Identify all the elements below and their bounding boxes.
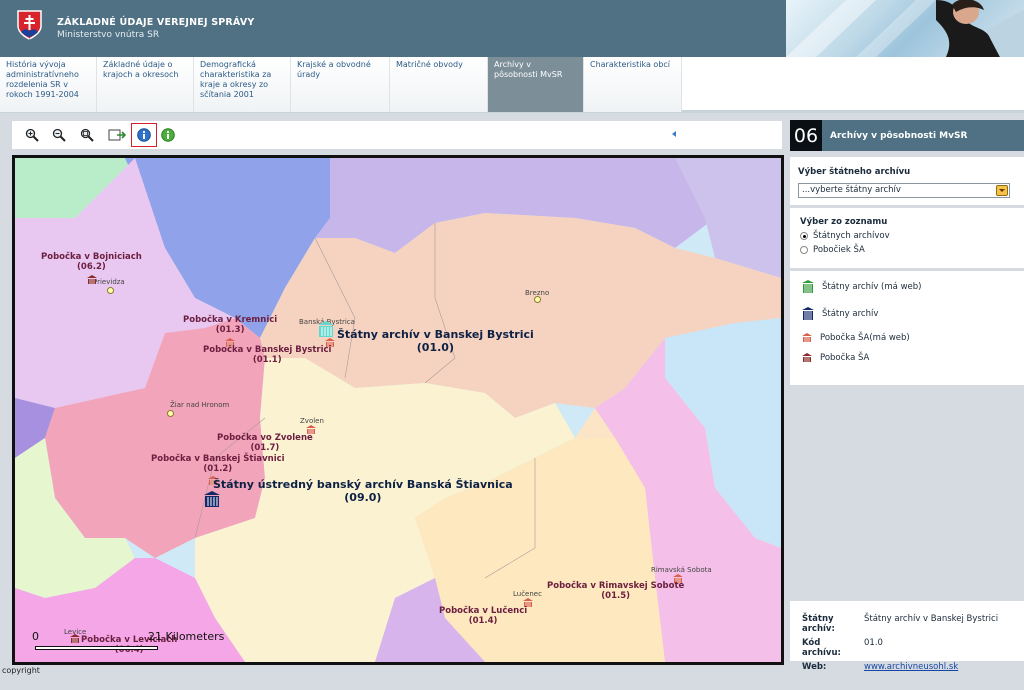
town-prievidza: Prievidza: [93, 278, 125, 286]
tab-demograficka[interactable]: Demografická charakteristika za kraje a …: [194, 57, 291, 112]
legend-item: Pobočka ŠA: [802, 349, 1012, 367]
site-subtitle: Ministerstvo vnútra SR: [57, 30, 160, 40]
state-archive-icon: [802, 306, 814, 320]
identify-icon[interactable]: [158, 125, 178, 145]
panel-number: 06: [790, 120, 822, 151]
panel-header: 06 Archívy v pôsobnosti MvSR: [790, 120, 1024, 151]
info-key-archive: Štátny archív:: [802, 614, 835, 634]
state-archive-web-icon: [802, 279, 814, 293]
label-bs-branch: Pobočka v Banskej Štiavnici (01.2): [151, 454, 285, 474]
tab-historia[interactable]: História vývoja administratívneho rozdel…: [0, 57, 97, 112]
tab-zakladne-udaje[interactable]: Základné údaje o krajoch a okresoch: [97, 57, 194, 112]
info-key-web: Web:: [802, 662, 827, 672]
town-zvolen: Zvolen: [300, 417, 324, 425]
radio-branches[interactable]: Pobočiek ŠA: [800, 245, 1014, 255]
legend-panel: Štátny archív (má web) Štátny archív Pob…: [790, 271, 1024, 385]
branch-icon[interactable]: [87, 275, 97, 285]
branch-icon: [802, 353, 812, 362]
radio-button[interactable]: [800, 232, 808, 240]
archive-web-link[interactable]: www.archivneusohl.sk: [864, 662, 958, 672]
label-kremnica: Pobočka v Kremnici (01.3): [183, 315, 278, 335]
slovak-emblem-icon: [17, 10, 42, 40]
select-label: Výber štátneho archívu: [798, 167, 911, 177]
branch-web-icon: [802, 333, 812, 342]
list-select-panel: Výber zo zoznamu Štátnych archívov Poboč…: [790, 208, 1024, 268]
info-value-archive: Štátny archív v Banskej Bystrici: [864, 614, 999, 624]
label-bb-branch: Pobočka v Banskej Bystrici (01.1): [203, 345, 332, 365]
header-photo: [786, 0, 1024, 57]
tab-matricne-obvody[interactable]: Matričné obvody: [390, 57, 488, 112]
state-archive-web-icon[interactable]: [318, 321, 334, 338]
legend-item: Štátny archív (má web): [802, 273, 1012, 300]
list-label: Výber zo zoznamu: [800, 217, 888, 227]
label-bojnice: Pobočka v Bojniciach (06.2): [41, 252, 142, 272]
label-bb-archive: Štátny archív v Banskej Bystrici (01.0): [337, 328, 534, 354]
info-icon[interactable]: [131, 123, 157, 147]
label-rimavska: Pobočka v Rimavskej Sobote (01.5): [547, 581, 685, 601]
archive-select-panel: Výber štátneho archívu ...vyberte štátny…: [790, 157, 1024, 205]
archive-select[interactable]: ...vyberte štátny archív: [798, 183, 1010, 198]
branch-icon[interactable]: [70, 634, 80, 644]
pan-icon[interactable]: [107, 125, 127, 145]
tab-archivy[interactable]: Archívy v pôsobnosti MvSR: [488, 57, 584, 112]
town-rimavska: Rimavská Sobota: [651, 566, 712, 574]
scalebar-end: 21 Kilometers: [148, 630, 225, 643]
scalebar-start: 0: [32, 630, 39, 643]
copyright: copyright: [2, 666, 40, 675]
scalebar: [35, 646, 158, 650]
town-ziar: Žiar nad Hronom: [170, 401, 230, 409]
info-value-code: 01.0: [864, 638, 883, 648]
label-bs-central: Štátny ústredný banský archív Banská Šti…: [213, 478, 513, 504]
main-nav: História vývoja administratívneho rozdel…: [0, 57, 1024, 113]
collapse-arrow-icon[interactable]: [672, 131, 676, 137]
radio-button[interactable]: [800, 246, 808, 254]
chevron-down-icon[interactable]: [996, 185, 1008, 196]
site-title: ZÁKLADNÉ ÚDAJE VEREJNEJ SPRÁVY: [57, 17, 255, 28]
legend-item: Pobočka ŠA(má web): [802, 327, 1012, 349]
panel-title: Archívy v pôsobnosti MvSR: [830, 131, 968, 141]
zoom-full-icon[interactable]: [77, 125, 97, 145]
tab-charakteristika-obci[interactable]: Charakteristika obcí: [584, 57, 682, 112]
zoom-in-icon[interactable]: [22, 125, 42, 145]
legend-item: Štátny archív: [802, 300, 1012, 327]
tab-krajske-urady[interactable]: Krajské a obvodné úrady: [291, 57, 390, 112]
info-key-code: Kód archívu:: [802, 638, 841, 658]
radio-state-archives[interactable]: Štátnych archívov: [800, 231, 1014, 241]
label-lucenec: Pobočka v Lučenci (01.4): [439, 606, 528, 626]
label-zvolen: Pobočka vo Zvolene (01.7): [217, 433, 313, 453]
header: ZÁKLADNÉ ÚDAJE VEREJNEJ SPRÁVY Ministers…: [0, 0, 1024, 57]
archive-info-panel: Štátny archív: Štátny archív v Banskej By…: [790, 601, 1024, 672]
zoom-out-icon[interactable]: [49, 125, 69, 145]
town-dot: [167, 410, 174, 417]
right-panel: 06 Archívy v pôsobnosti MvSR Výber štátn…: [790, 120, 1024, 690]
town-dot: [534, 296, 541, 303]
town-dot: [107, 287, 114, 294]
map-toolbar: [12, 121, 782, 149]
archive-info-table: Štátny archív: Štátny archív v Banskej By…: [800, 611, 1000, 675]
select-value: ...vyberte štátny archív: [802, 185, 901, 195]
town-lucenec: Lučenec: [513, 590, 542, 598]
map-view[interactable]: Prievidza Brezno Banská Bystrica Žiar na…: [12, 155, 784, 665]
